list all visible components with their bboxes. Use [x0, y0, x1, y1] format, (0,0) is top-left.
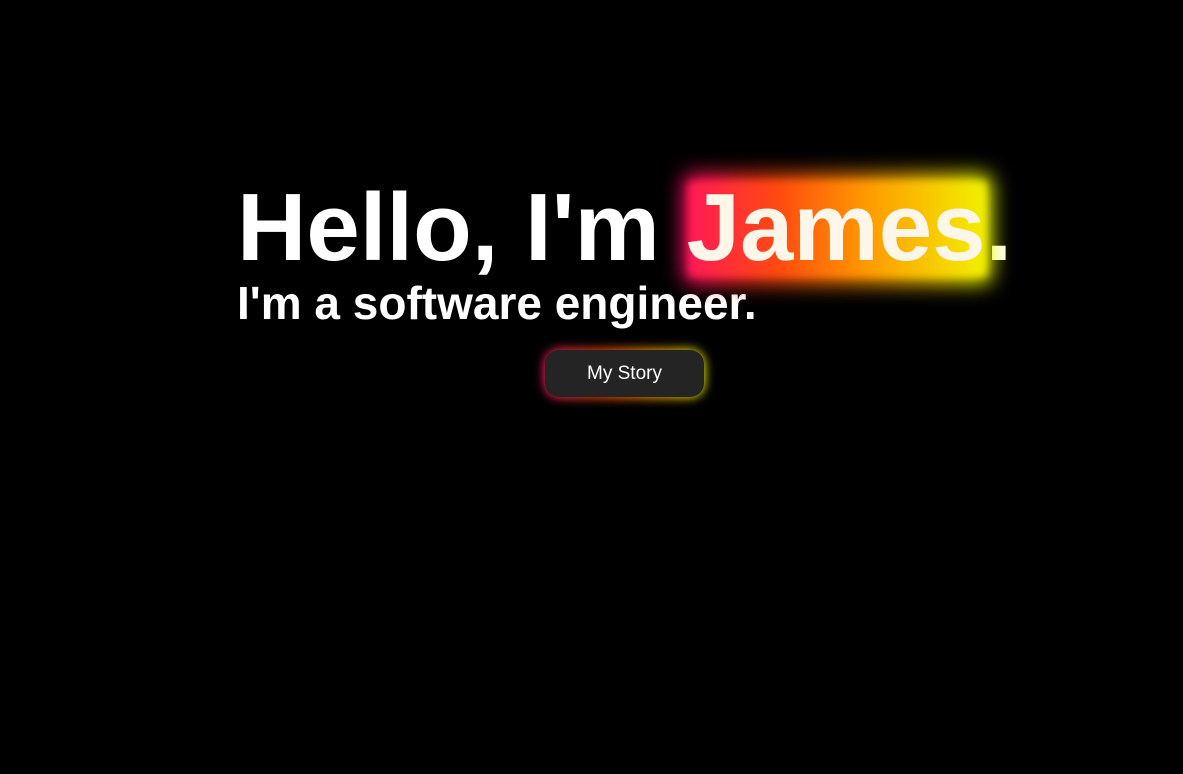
greeting-text: Hello, I'm [237, 174, 687, 281]
name-text: James [686, 174, 986, 281]
hero-section: Hello, I'm James. I'm a software enginee… [237, 168, 1037, 336]
name-highlight: James [682, 168, 992, 288]
my-story-button[interactable]: My Story [545, 350, 704, 397]
my-story-button-container: My Story [544, 349, 705, 398]
